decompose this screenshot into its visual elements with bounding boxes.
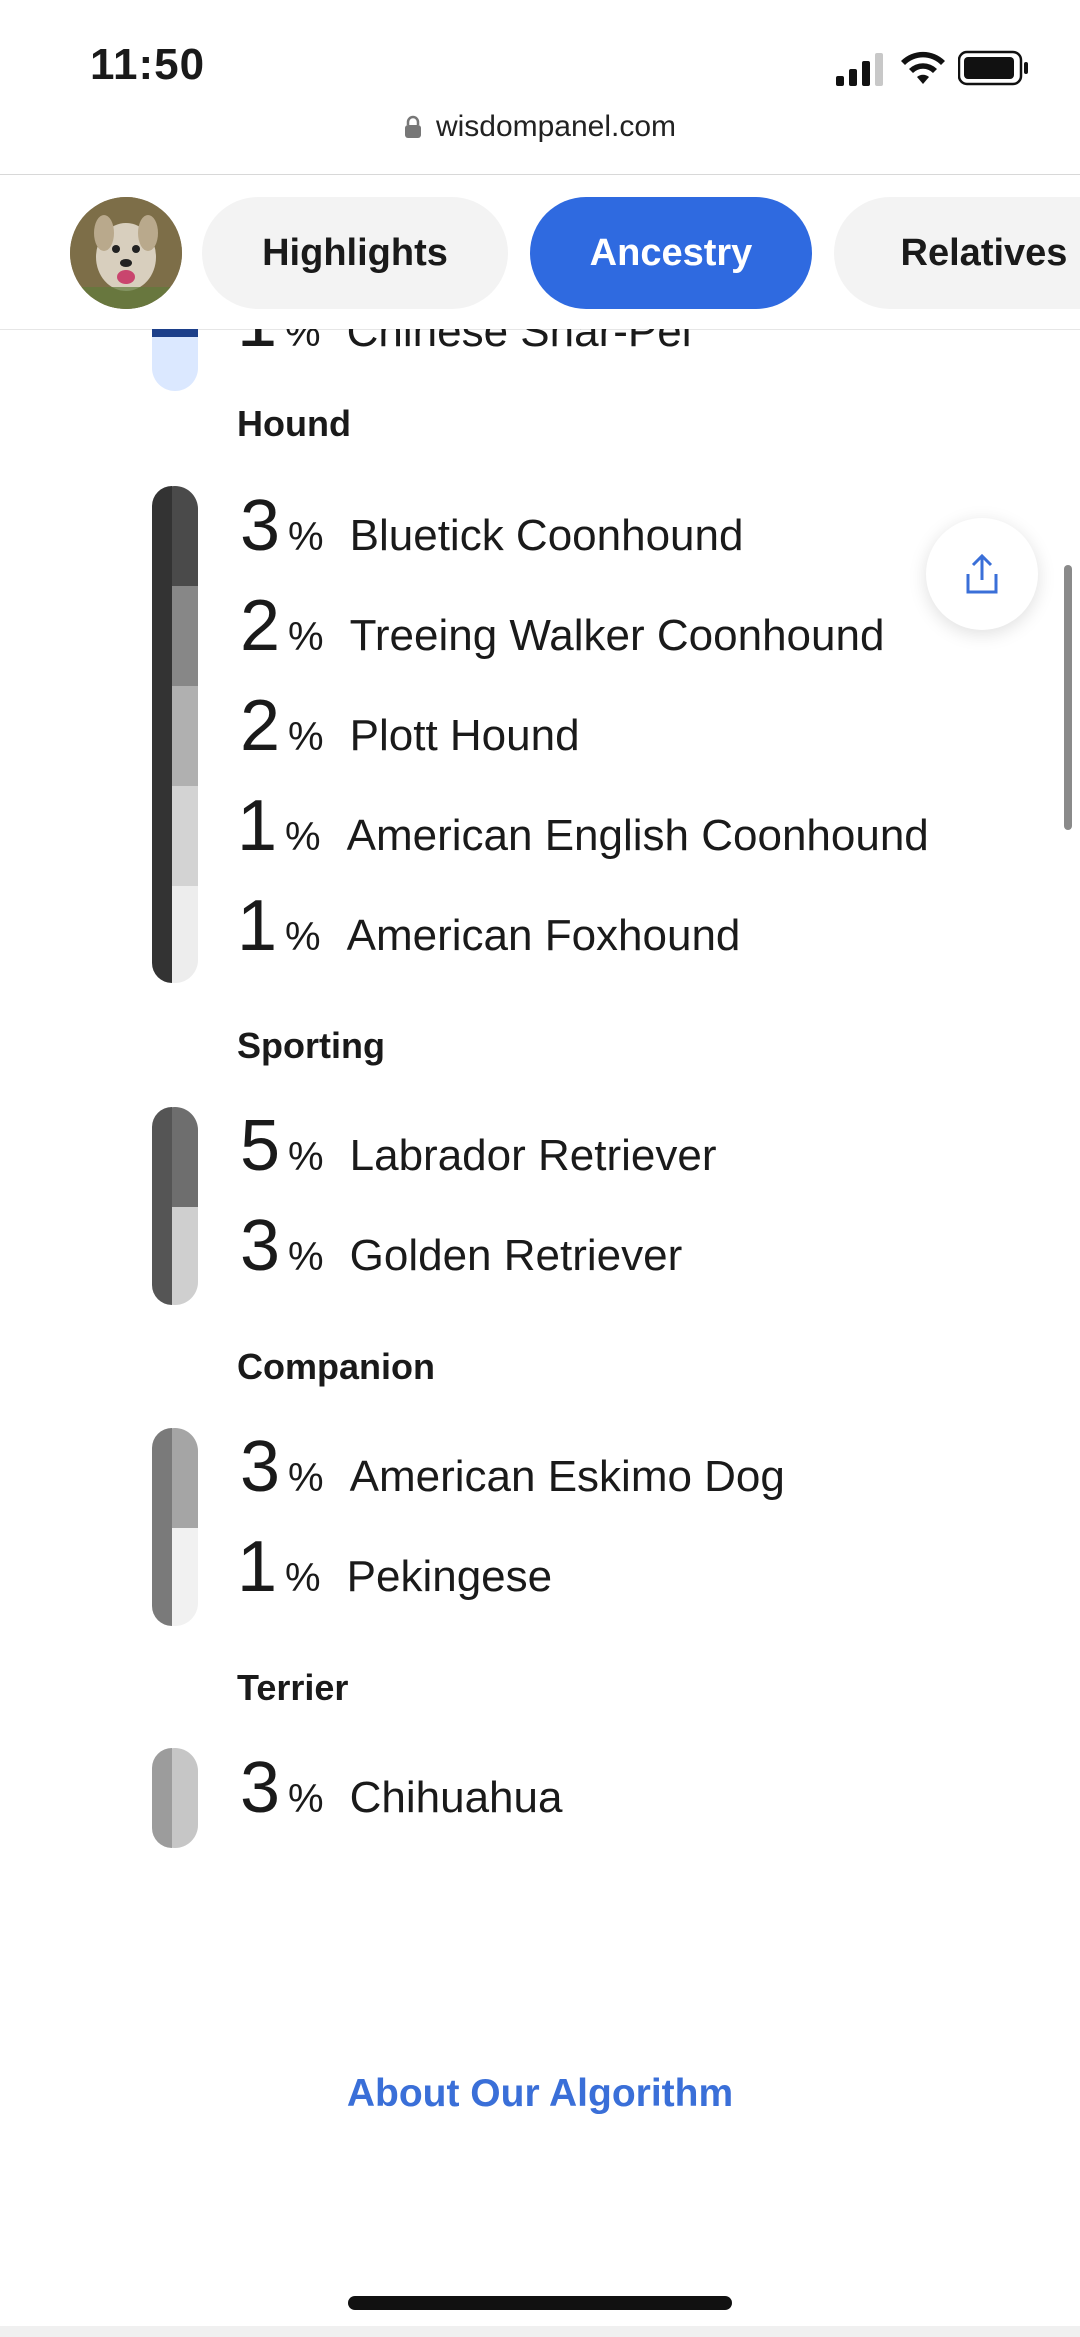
status-time: 11:50 [90, 40, 206, 89]
group-title-sporting: Sporting [237, 1025, 385, 1066]
breed-row: 3 % American Eskimo Dog [240, 1426, 785, 1526]
scrollbar[interactable] [1064, 565, 1072, 830]
wifi-icon [901, 51, 945, 84]
breed-percent: 3 [240, 1427, 281, 1507]
breed-row: 3 % Chihuahua [240, 1747, 562, 1847]
breed-name: Pekingese [346, 1552, 553, 1601]
percent-sign: % [288, 1456, 324, 1500]
breed-name: Plott Hound [349, 711, 580, 760]
percent-sign: % [288, 515, 324, 559]
breed-row: 3 % Bluetick Coonhound [240, 485, 743, 585]
breed-name: American Eskimo Dog [349, 1452, 785, 1501]
tab-bar: Highlights Ancestry Relatives [0, 174, 1080, 330]
percent-sign: % [288, 1135, 324, 1179]
breed-name: American English Coonhound [346, 811, 929, 860]
percent-sign: % [288, 1777, 324, 1821]
percent-sign: % [288, 1235, 324, 1279]
tab-highlights[interactable]: Highlights [202, 197, 508, 309]
breed-row: 1 % Pekingese [237, 1526, 552, 1626]
signal-icon [836, 53, 883, 86]
breed-row: 1 % American English Coonhound [237, 785, 929, 885]
ancestry-content: 1 % Chinese Shar-Pei Hound 3 % Bluetick … [0, 329, 1080, 2337]
breed-row-partial: 1 % Chinese Shar-Pei [237, 329, 691, 381]
battery-icon [958, 50, 1028, 86]
breed-name: Treeing Walker Coonhound [349, 611, 885, 660]
percent-sign: % [285, 1556, 321, 1600]
breed-percent: 1 [237, 886, 278, 966]
breed-name: Golden Retriever [349, 1231, 683, 1280]
breed-percent: 3 [240, 1206, 281, 1286]
status-bar: 11:50 [0, 0, 1080, 120]
share-icon [966, 553, 998, 594]
breed-percent: 1 [237, 1527, 278, 1607]
breed-percent: 5 [240, 1106, 281, 1186]
tab-ancestry[interactable]: Ancestry [530, 197, 812, 309]
share-button[interactable] [926, 518, 1038, 630]
breed-row: 2 % Plott Hound [240, 685, 580, 785]
breed-row: 5 % Labrador Retriever [240, 1105, 716, 1205]
partial-group-bar [152, 329, 198, 391]
url-text: wisdompanel.com [435, 110, 677, 143]
hound-bar-edge [152, 486, 172, 983]
breed-percent: 2 [240, 586, 281, 666]
percent-sign: % [285, 815, 321, 859]
dog-avatar[interactable] [70, 197, 182, 309]
tab-relatives[interactable]: Relatives [834, 197, 1080, 309]
breed-row: 1 % American Foxhound [237, 885, 740, 985]
group-title-terrier: Terrier [237, 1667, 349, 1708]
percent-sign: % [288, 615, 324, 659]
breed-name: Labrador Retriever [349, 1131, 717, 1180]
breed-name: Chinese Shar-Pei [346, 329, 692, 356]
about-algorithm-link[interactable]: About Our Algorithm [0, 2072, 1080, 2116]
percent-sign: % [285, 915, 321, 959]
breed-percent: 1 [237, 329, 277, 363]
breed-percent: 3 [240, 486, 281, 566]
breed-row: 2 % Treeing Walker Coonhound [240, 585, 884, 685]
lock-icon [404, 115, 421, 138]
breed-percent: 3 [240, 1748, 281, 1828]
percent-sign: % [288, 715, 324, 759]
address-bar[interactable]: wisdompanel.com [0, 110, 1080, 170]
group-title-companion: Companion [237, 1346, 435, 1387]
sporting-bar-edge [152, 1107, 172, 1305]
breed-percent: 1 [237, 786, 278, 866]
breed-name: American Foxhound [346, 911, 741, 960]
breed-name: Chihuahua [349, 1773, 563, 1822]
terrier-bar-edge [152, 1748, 172, 1848]
companion-bar-edge [152, 1428, 172, 1626]
home-indicator[interactable] [348, 2296, 732, 2310]
breed-name: Bluetick Coonhound [349, 511, 744, 560]
percent-sign: % [285, 329, 321, 355]
breed-percent: 2 [240, 686, 281, 766]
breed-row: 3 % Golden Retriever [240, 1205, 682, 1305]
bottom-strip [0, 2326, 1080, 2337]
group-title-hound: Hound [237, 403, 351, 444]
